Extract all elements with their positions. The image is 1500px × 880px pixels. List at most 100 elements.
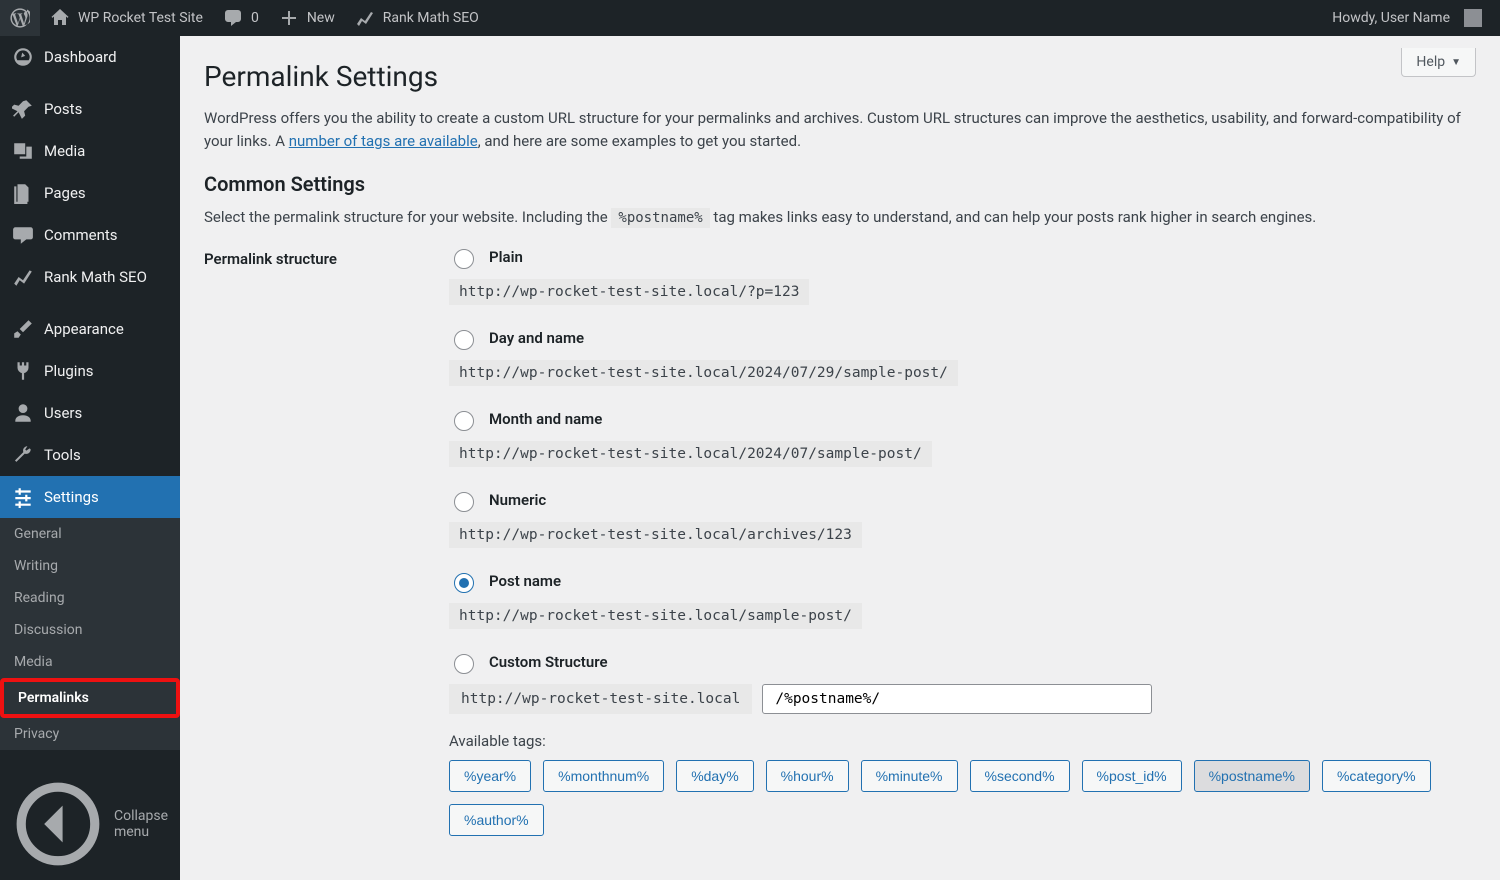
sidebar-label: Media — [44, 142, 85, 160]
sidebar-item-dashboard[interactable]: Dashboard — [0, 36, 180, 78]
radio-post-name[interactable] — [454, 573, 474, 593]
home-icon — [50, 8, 70, 28]
option-post-name: Post name http://wp-rocket-test-site.loc… — [449, 570, 1476, 629]
option-label[interactable]: Plain — [489, 248, 523, 266]
sidebar-label: Settings — [44, 488, 99, 506]
brush-icon — [12, 318, 34, 340]
option-day-name: Day and name http://wp-rocket-test-site.… — [449, 327, 1476, 386]
submenu-reading[interactable]: Reading — [0, 582, 180, 614]
site-name-label: WP Rocket Test Site — [78, 10, 203, 26]
page-icon — [12, 182, 34, 204]
sliders-icon — [12, 486, 34, 508]
sidebar-item-media[interactable]: Media — [0, 130, 180, 172]
plus-icon — [279, 8, 299, 28]
sidebar-item-rankmath[interactable]: Rank Math SEO — [0, 256, 180, 298]
radio-month-name[interactable] — [454, 411, 474, 431]
collapse-label: Collapse menu — [114, 808, 168, 840]
sidebar-item-plugins[interactable]: Plugins — [0, 350, 180, 392]
tag-second[interactable]: %second% — [970, 760, 1070, 792]
tag-monthnum[interactable]: %monthnum% — [543, 760, 664, 792]
my-account-menu[interactable]: Howdy, User Name — [1322, 0, 1492, 36]
tag-minute[interactable]: %minute% — [861, 760, 958, 792]
tag-year[interactable]: %year% — [449, 760, 531, 792]
comments-menu[interactable]: 0 — [213, 0, 269, 36]
radio-custom[interactable] — [454, 654, 474, 674]
structure-label: Permalink structure — [204, 246, 449, 268]
submenu-privacy[interactable]: Privacy — [0, 718, 180, 750]
submenu-general[interactable]: General — [0, 518, 180, 550]
wp-logo-menu[interactable] — [0, 0, 40, 36]
submenu-permalinks[interactable]: Permalinks — [0, 678, 180, 718]
admin-sidebar: Dashboard Posts Media Pages Comments Ran… — [0, 36, 180, 880]
common-settings-heading: Common Settings — [204, 172, 1476, 196]
sidebar-item-settings[interactable]: Settings — [0, 476, 180, 518]
sidebar-label: Users — [44, 404, 82, 422]
sidebar-item-users[interactable]: Users — [0, 392, 180, 434]
tag-hour[interactable]: %hour% — [766, 760, 849, 792]
custom-prefix: http://wp-rocket-test-site.local — [449, 684, 752, 714]
plug-icon — [12, 360, 34, 382]
user-icon — [12, 402, 34, 424]
tag-author[interactable]: %author% — [449, 804, 544, 836]
postname-tag-code: %postname% — [611, 208, 709, 228]
sample-numeric: http://wp-rocket-test-site.local/archive… — [449, 522, 862, 548]
sidebar-item-posts[interactable]: Posts — [0, 88, 180, 130]
site-name-menu[interactable]: WP Rocket Test Site — [40, 0, 213, 36]
radio-numeric[interactable] — [454, 492, 474, 512]
tag-day[interactable]: %day% — [676, 760, 753, 792]
option-numeric: Numeric http://wp-rocket-test-site.local… — [449, 489, 1476, 548]
comments-count: 0 — [251, 10, 259, 26]
sample-post-name: http://wp-rocket-test-site.local/sample-… — [449, 603, 862, 629]
sidebar-item-tools[interactable]: Tools — [0, 434, 180, 476]
option-month-name: Month and name http://wp-rocket-test-sit… — [449, 408, 1476, 467]
new-content-menu[interactable]: New — [269, 0, 345, 36]
available-tags-label: Available tags: — [449, 732, 1476, 750]
sidebar-label: Dashboard — [44, 48, 117, 66]
tag-postname[interactable]: %postname% — [1194, 760, 1310, 792]
chart-icon — [12, 266, 34, 288]
help-tab[interactable]: Help ▼ — [1401, 48, 1476, 77]
sidebar-item-comments[interactable]: Comments — [0, 214, 180, 256]
page-title: Permalink Settings — [204, 60, 1476, 93]
sidebar-label: Comments — [44, 226, 118, 244]
sidebar-label: Pages — [44, 184, 86, 202]
tag-post-id[interactable]: %post_id% — [1082, 760, 1182, 792]
available-tags-list: %year% %monthnum% %day% %hour% %minute% … — [449, 760, 1476, 836]
help-label: Help — [1416, 54, 1445, 70]
sample-plain: http://wp-rocket-test-site.local/?p=123 — [449, 279, 809, 305]
avatar-icon — [1464, 9, 1482, 27]
content-area: Help ▼ Permalink Settings WordPress offe… — [180, 36, 1500, 880]
sidebar-item-appearance[interactable]: Appearance — [0, 308, 180, 350]
pin-icon — [12, 98, 34, 120]
option-label[interactable]: Day and name — [489, 329, 584, 347]
tag-category[interactable]: %category% — [1322, 760, 1431, 792]
wrench-icon — [12, 444, 34, 466]
radio-plain[interactable] — [454, 249, 474, 269]
sample-day-name: http://wp-rocket-test-site.local/2024/07… — [449, 360, 958, 386]
option-label[interactable]: Post name — [489, 572, 561, 590]
dashboard-icon — [12, 46, 34, 68]
submenu-writing[interactable]: Writing — [0, 550, 180, 582]
option-label[interactable]: Custom Structure — [489, 653, 608, 671]
sidebar-label: Rank Math SEO — [44, 268, 147, 286]
rankmath-label: Rank Math SEO — [383, 10, 479, 26]
sidebar-item-pages[interactable]: Pages — [0, 172, 180, 214]
howdy-label: Howdy, User Name — [1332, 10, 1450, 26]
chevron-down-icon: ▼ — [1451, 57, 1461, 68]
sidebar-label: Appearance — [44, 320, 124, 338]
settings-submenu: General Writing Reading Discussion Media… — [0, 518, 180, 750]
custom-structure-input[interactable] — [762, 684, 1152, 714]
option-plain: Plain http://wp-rocket-test-site.local/?… — [449, 246, 1476, 305]
chart-icon — [355, 8, 375, 28]
admin-top-bar: WP Rocket Test Site 0 New Rank Math SEO … — [0, 0, 1500, 36]
collapse-menu-button[interactable]: Collapse menu — [0, 768, 180, 880]
submenu-discussion[interactable]: Discussion — [0, 614, 180, 646]
rankmath-menu[interactable]: Rank Math SEO — [345, 0, 489, 36]
tags-link[interactable]: number of tags are available — [289, 132, 478, 150]
option-label[interactable]: Month and name — [489, 410, 602, 428]
option-custom: Custom Structure http://wp-rocket-test-s… — [449, 651, 1476, 836]
submenu-media[interactable]: Media — [0, 646, 180, 678]
option-label[interactable]: Numeric — [489, 491, 546, 509]
comment-icon — [223, 8, 243, 28]
radio-day-name[interactable] — [454, 330, 474, 350]
